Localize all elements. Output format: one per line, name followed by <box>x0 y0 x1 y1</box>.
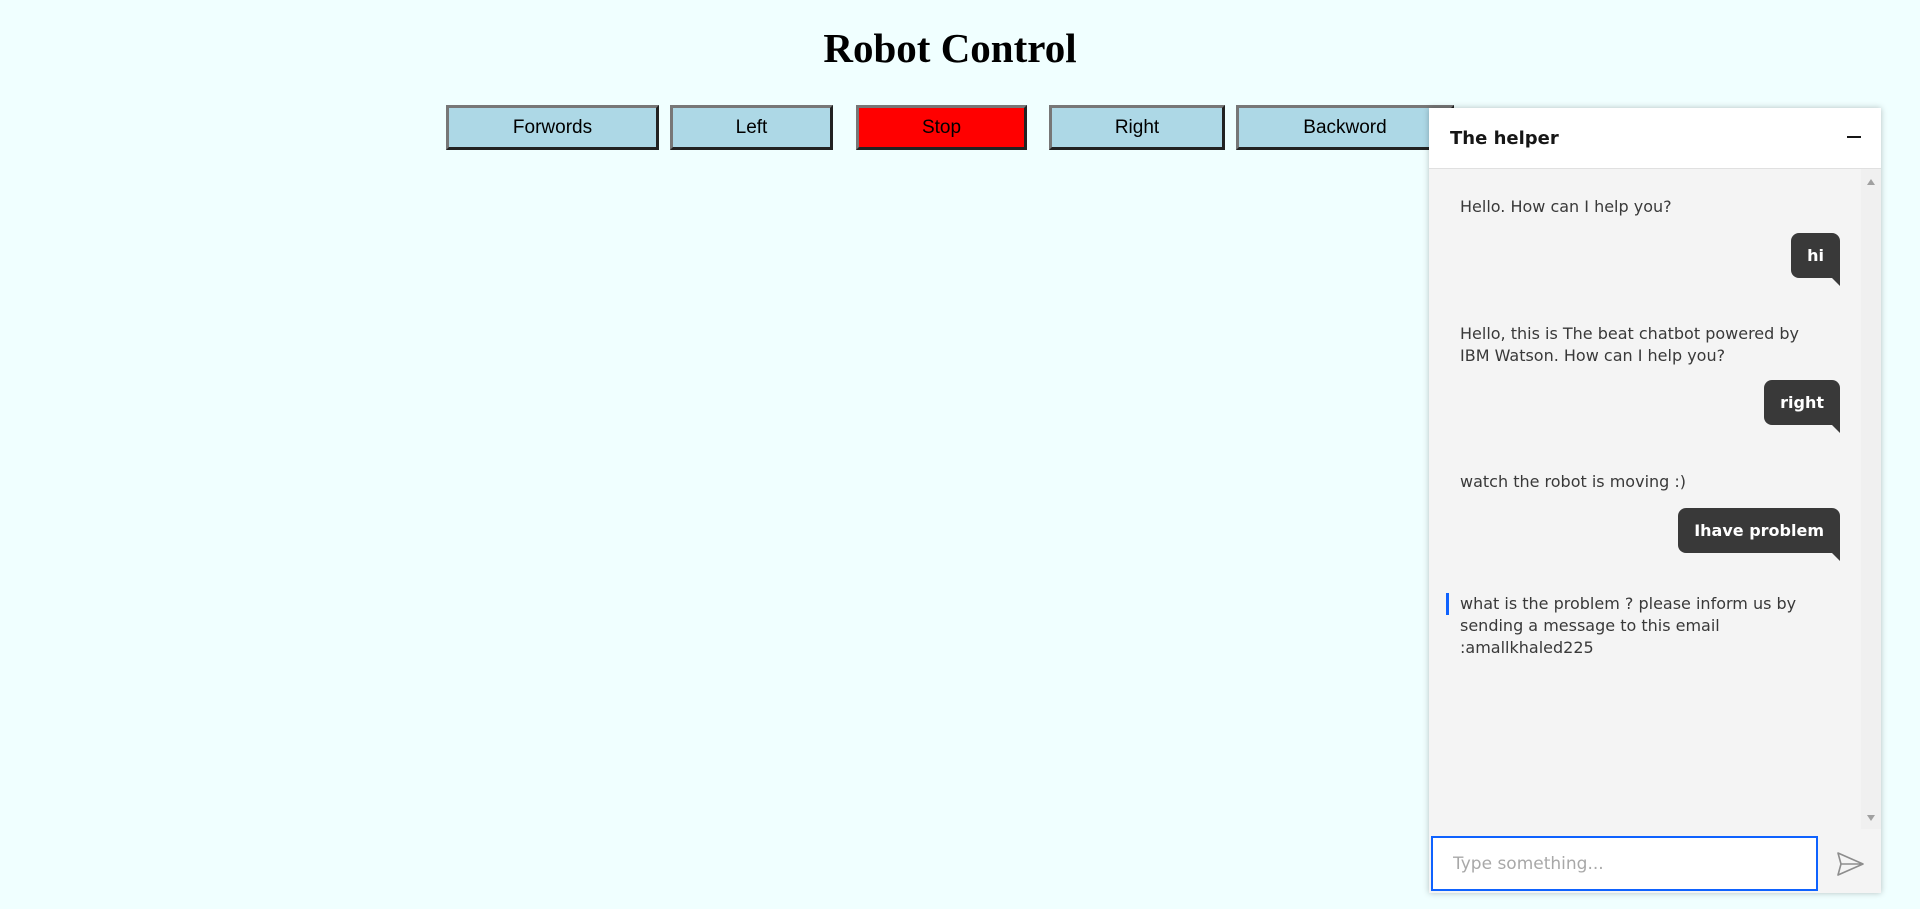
chat-title: The helper <box>1450 128 1559 149</box>
chat-message-input[interactable] <box>1431 836 1818 891</box>
user-message: right <box>1764 380 1840 433</box>
chat-widget: The helper Hello. How can I help you? hi… <box>1429 108 1881 893</box>
right-button[interactable]: Right <box>1049 105 1225 150</box>
bot-message: watch the robot is moving :) <box>1460 472 1687 491</box>
chat-message-list: Hello. How can I help you? hi Hello, thi… <box>1429 169 1881 829</box>
user-message: Ihave problem <box>1678 508 1840 561</box>
left-button[interactable]: Left <box>670 105 833 150</box>
send-icon[interactable] <box>1833 847 1867 881</box>
scroll-up-arrow-icon[interactable] <box>1867 179 1875 185</box>
bot-message: Hello. How can I help you? <box>1460 197 1672 216</box>
backward-button[interactable]: Backword <box>1236 105 1454 150</box>
robot-control-page: Robot Control Forwords Left Stop Right B… <box>0 0 1920 909</box>
scroll-down-arrow-icon[interactable] <box>1867 815 1875 821</box>
chat-scrollbar[interactable] <box>1861 169 1881 829</box>
bot-message: what is the problem ? please inform us b… <box>1446 593 1800 659</box>
user-message: hi <box>1791 233 1840 286</box>
stop-button[interactable]: Stop <box>856 105 1027 150</box>
chat-header: The helper <box>1429 108 1881 169</box>
bot-message: Hello, this is The beat chatbot powered … <box>1460 324 1800 365</box>
page-title: Robot Control <box>823 25 1077 71</box>
chat-input-area <box>1429 834 1881 893</box>
forward-button[interactable]: Forwords <box>446 105 659 150</box>
minimize-icon[interactable] <box>1843 126 1865 148</box>
